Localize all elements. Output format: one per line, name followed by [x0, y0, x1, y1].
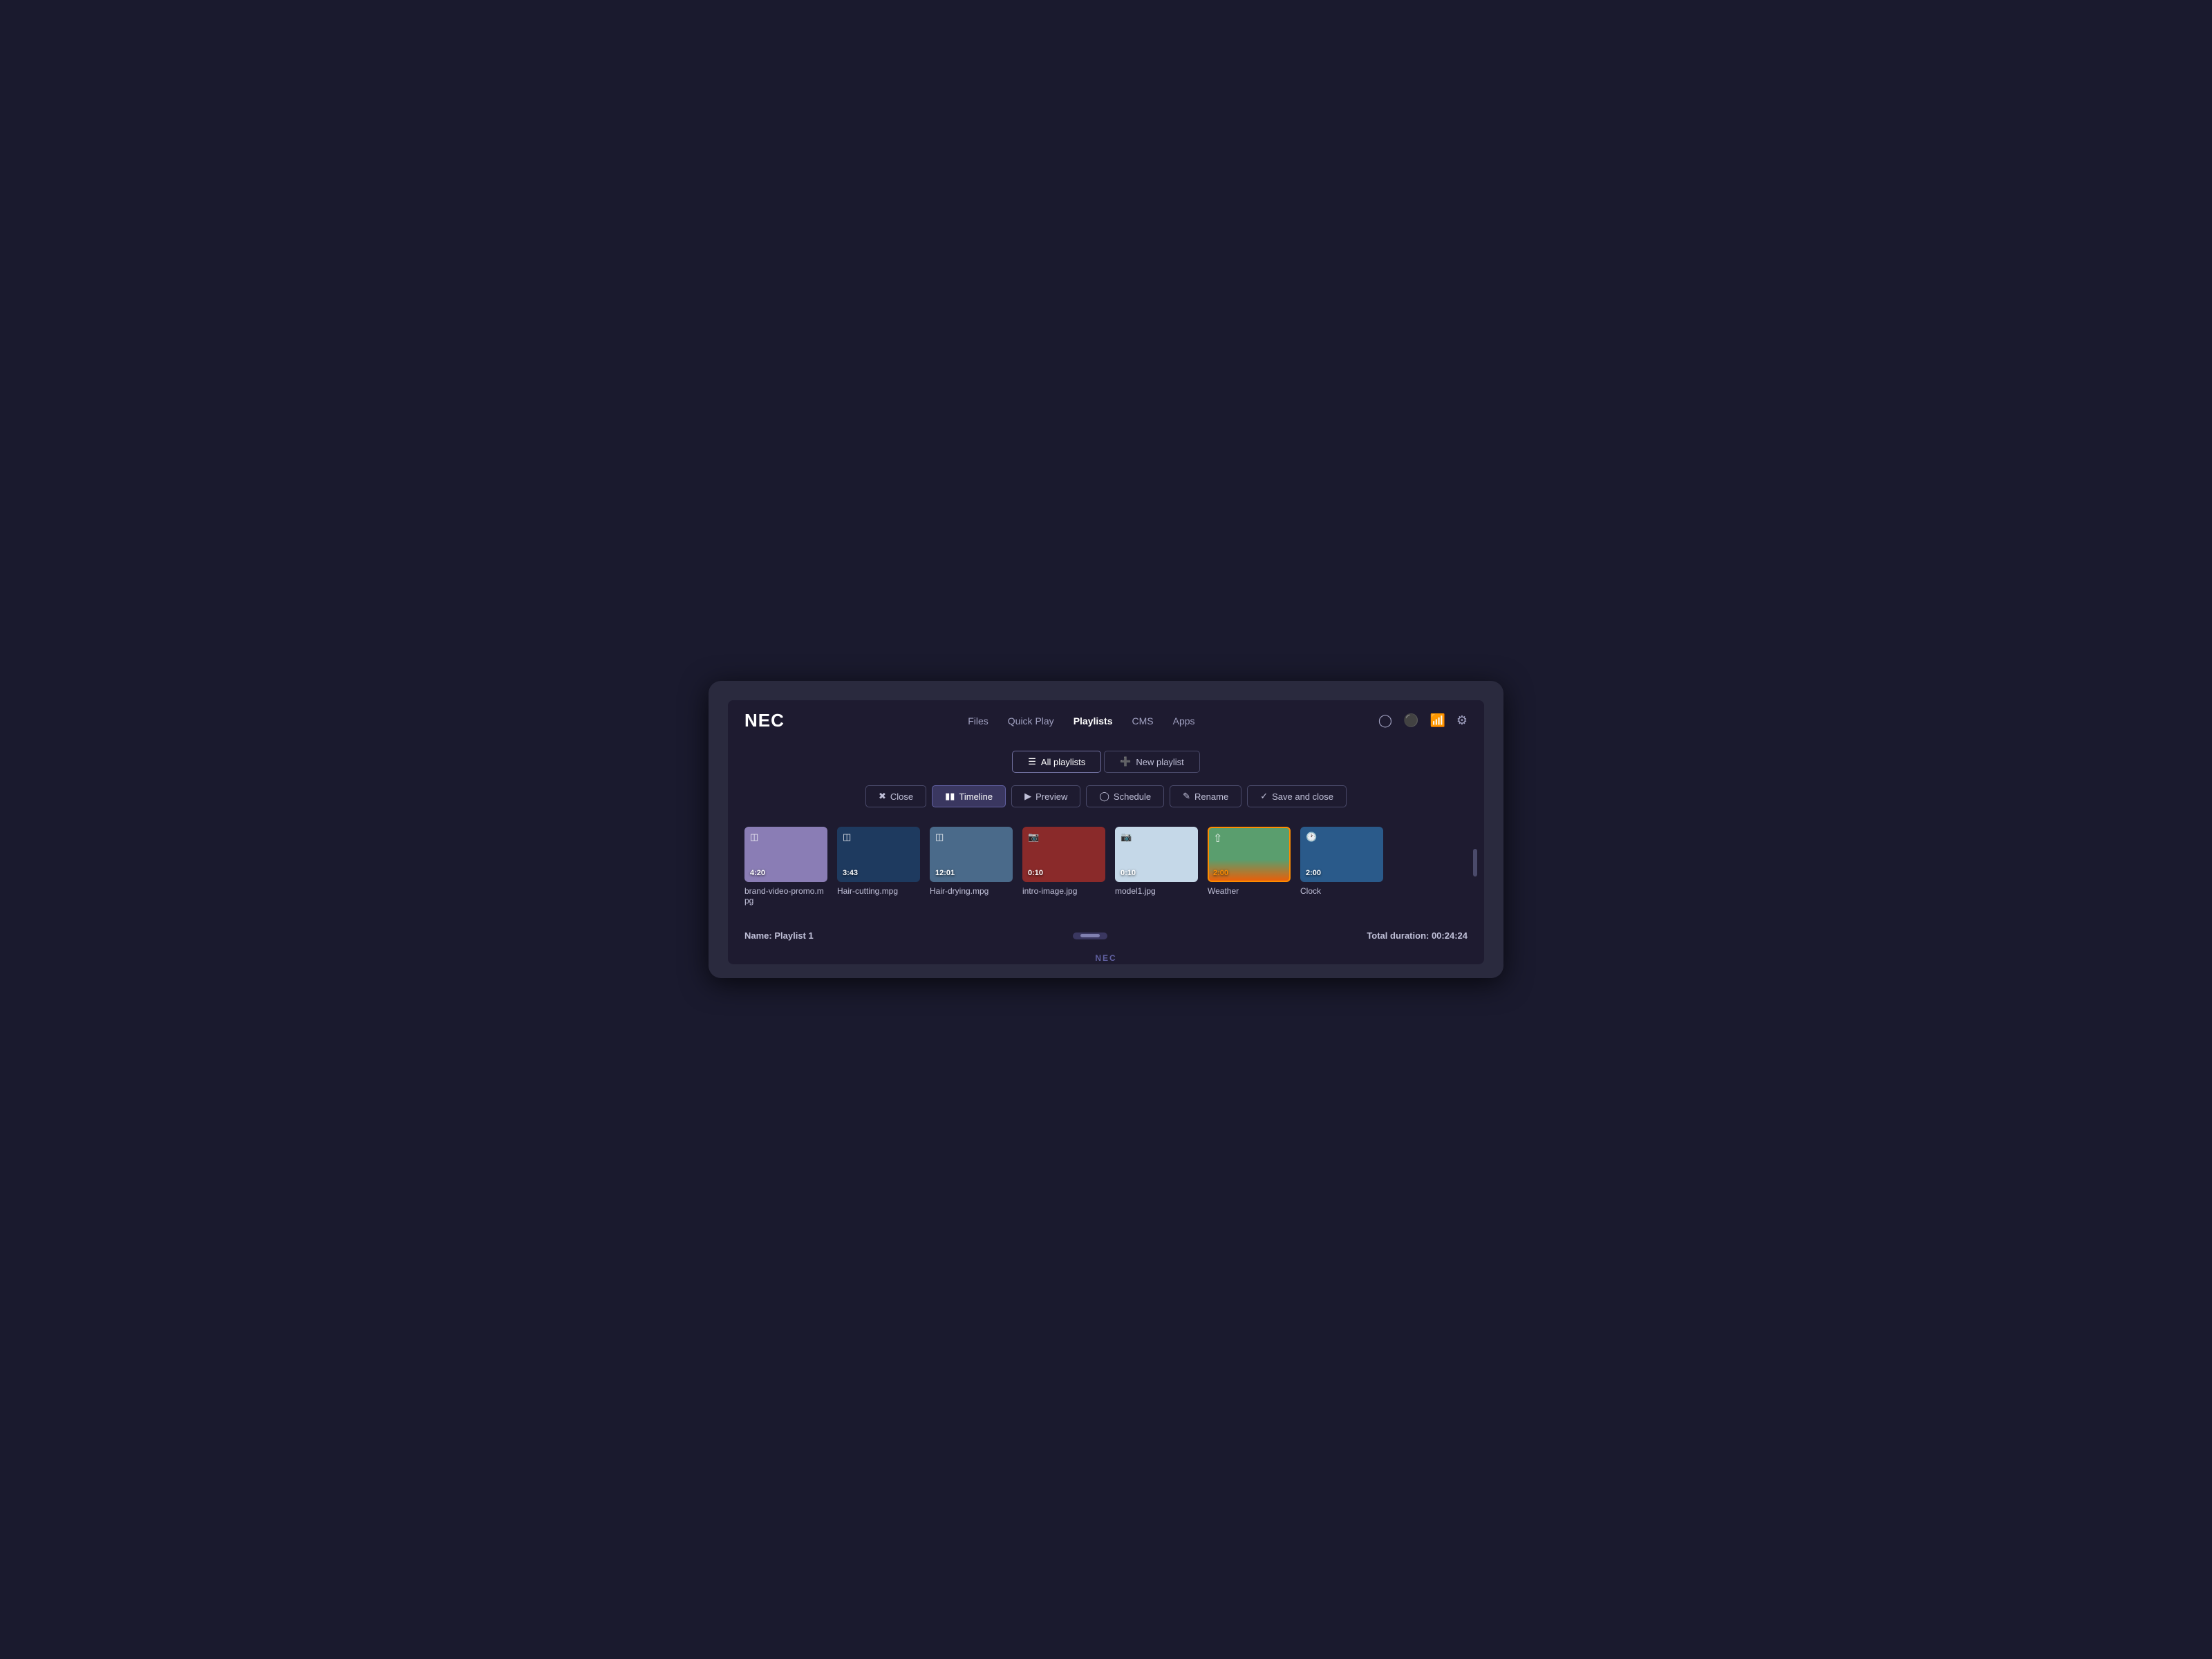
duration-3: 12:01: [935, 869, 955, 877]
timeline-button[interactable]: ▮▮ Timeline: [932, 785, 1006, 807]
schedule-label: Schedule: [1114, 791, 1151, 802]
total-duration: Total duration: 00:24:24: [1367, 930, 1468, 941]
all-playlists-label: All playlists: [1041, 757, 1085, 767]
rename-button[interactable]: ✎ Rename: [1170, 785, 1241, 807]
nav-files[interactable]: Files: [968, 715, 988, 727]
media-label-1: brand-video-promo.mpg: [744, 886, 827, 906]
logo: NEC: [744, 710, 785, 731]
new-playlist-label: New playlist: [1136, 757, 1183, 767]
media-card-1[interactable]: ◫ 4:20 brand-video-promo.mpg: [744, 827, 827, 906]
rename-icon: ✎: [1183, 791, 1190, 802]
media-area: ◫ 4:20 brand-video-promo.mpg ◫ 3:43 Hair…: [728, 813, 1484, 912]
scroll-indicator[interactable]: [1073, 932, 1107, 939]
media-card-4[interactable]: 📷 0:10 intro-image.jpg: [1022, 827, 1105, 896]
nav-icons: ◯ ⚫ 📶 ⚙: [1378, 713, 1468, 728]
bottom-brand-label: NEC: [1095, 953, 1116, 963]
media-card-6[interactable]: ⇧ 2:00 Weather Switch item Duration: [1208, 827, 1291, 896]
settings-icon[interactable]: ⚙: [1456, 713, 1468, 728]
rename-label: Rename: [1194, 791, 1228, 802]
media-label-2: Hair-cutting.mpg: [837, 886, 920, 896]
duration-4: 0:10: [1028, 869, 1043, 877]
close-icon: ✖: [879, 791, 886, 802]
duration-2: 3:43: [843, 869, 858, 877]
duration-1: 4:20: [750, 869, 765, 877]
user-icon[interactable]: ◯: [1378, 713, 1392, 728]
media-thumb-7: 🕐 2:00: [1300, 827, 1383, 882]
monitor-screen: NEC Files Quick Play Playlists CMS Apps …: [728, 700, 1484, 964]
media-thumb-2: ◫ 3:43: [837, 827, 920, 882]
media-thumb-5: 📷 0:10: [1115, 827, 1198, 882]
media-card-3[interactable]: ◫ 12:01 Hair-drying.mpg: [930, 827, 1013, 896]
video-icon-3: ◫: [935, 832, 944, 843]
globe-icon[interactable]: ⚫: [1403, 713, 1418, 728]
nav-cms[interactable]: CMS: [1132, 715, 1154, 727]
save-close-label: Save and close: [1272, 791, 1333, 802]
toolbar: ✖ Close ▮▮ Timeline ▶ Preview ◯ Schedule…: [728, 777, 1484, 813]
close-label: Close: [890, 791, 913, 802]
preview-label: Preview: [1035, 791, 1067, 802]
check-icon: ✓: [1260, 791, 1268, 802]
media-card-5[interactable]: 📷 0:10 model1.jpg: [1115, 827, 1198, 896]
list-icon: ☰: [1028, 756, 1036, 767]
save-close-button[interactable]: ✓ Save and close: [1247, 785, 1347, 807]
image-icon-4: 📷: [1028, 832, 1039, 843]
media-label-4: intro-image.jpg: [1022, 886, 1105, 896]
media-thumb-3: ◫ 12:01: [930, 827, 1013, 882]
media-thumb-4: 📷 0:10: [1022, 827, 1105, 882]
nav-apps[interactable]: Apps: [1173, 715, 1195, 727]
play-icon: ▶: [1024, 791, 1031, 802]
media-card-2[interactable]: ◫ 3:43 Hair-cutting.mpg: [837, 827, 920, 896]
video-icon-1: ◫: [750, 832, 758, 843]
duration-7: 2:00: [1306, 869, 1321, 877]
media-label-7: Clock: [1300, 886, 1383, 896]
schedule-button[interactable]: ◯ Schedule: [1086, 785, 1164, 807]
image-icon-5: 📷: [1121, 832, 1132, 843]
timeline-label: Timeline: [959, 791, 993, 802]
media-label-3: Hair-drying.mpg: [930, 886, 1013, 896]
media-card-7[interactable]: 🕐 2:00 Clock: [1300, 827, 1383, 896]
media-thumb-6: ⇧ 2:00: [1208, 827, 1291, 882]
nav-links: Files Quick Play Playlists CMS Apps: [968, 715, 1194, 727]
schedule-icon: ◯: [1099, 791, 1109, 802]
duration-5: 0:10: [1121, 869, 1136, 877]
nav-quickplay[interactable]: Quick Play: [1008, 715, 1054, 727]
weather-icon-6: ⇧: [1213, 832, 1222, 845]
duration-6: 2:00: [1213, 869, 1228, 877]
nav-playlists[interactable]: Playlists: [1074, 715, 1113, 727]
scrollbar-nub[interactable]: [1473, 849, 1477, 877]
wifi-icon[interactable]: 📶: [1430, 713, 1445, 728]
monitor-outer: NEC Files Quick Play Playlists CMS Apps …: [709, 681, 1503, 978]
video-icon-2: ◫: [843, 832, 851, 843]
status-bar: Name: Playlist 1 Total duration: 00:24:2…: [728, 924, 1484, 948]
top-nav: NEC Files Quick Play Playlists CMS Apps …: [728, 700, 1484, 741]
new-playlist-button[interactable]: ➕ New playlist: [1104, 751, 1200, 773]
media-thumb-1: ◫ 4:20: [744, 827, 827, 882]
monitor-bottom: NEC: [728, 948, 1484, 964]
playlist-name: Name: Playlist 1: [744, 930, 814, 941]
close-button[interactable]: ✖ Close: [865, 785, 926, 807]
playlist-tabs: ☰ All playlists ➕ New playlist: [728, 741, 1484, 777]
plus-icon: ➕: [1120, 756, 1131, 767]
clock-icon-7: 🕐: [1306, 832, 1317, 843]
media-label-5: model1.jpg: [1115, 886, 1198, 896]
timeline-icon: ▮▮: [945, 791, 955, 802]
media-label-6: Weather: [1208, 886, 1291, 896]
all-playlists-tab[interactable]: ☰ All playlists: [1012, 751, 1101, 773]
preview-button[interactable]: ▶ Preview: [1011, 785, 1080, 807]
